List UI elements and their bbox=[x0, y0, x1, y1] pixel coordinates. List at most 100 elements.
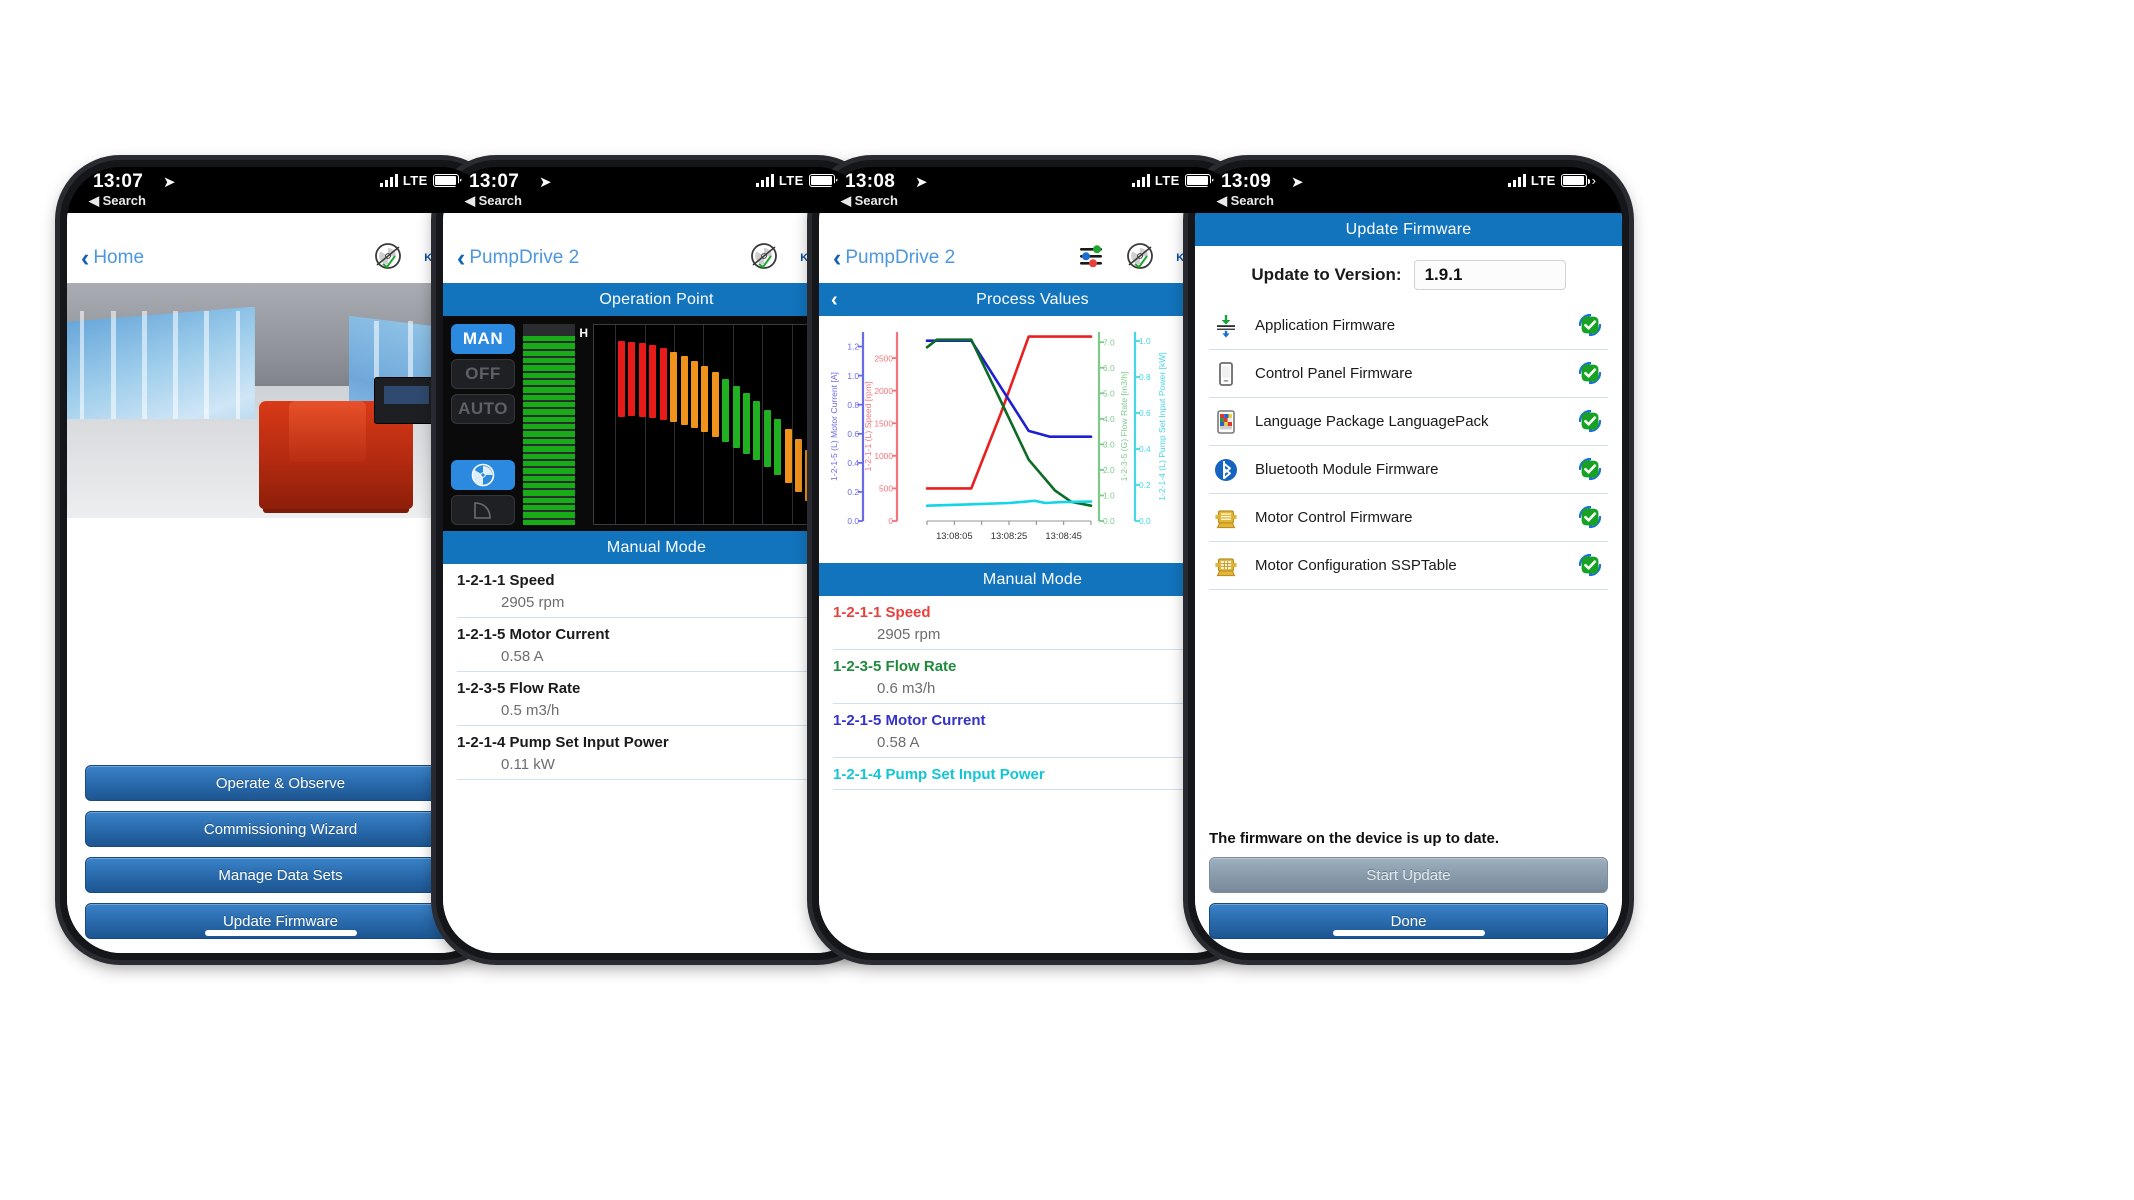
status-back-to-search[interactable]: ◀ Search bbox=[89, 193, 146, 209]
process-values-section-header[interactable]: ‹Process Values› bbox=[819, 283, 1246, 316]
phone-screen: 13:07➤◀ SearchLTE›‹HomeKSBb.Operate & Ob… bbox=[67, 167, 494, 953]
home-indicator[interactable] bbox=[580, 930, 733, 936]
status-time: 13:07 bbox=[469, 171, 520, 192]
home-spacer bbox=[67, 518, 494, 765]
chevron-left-icon: ‹ bbox=[81, 243, 90, 272]
signal-bars-icon bbox=[1131, 174, 1150, 187]
value-label: 1-2-1-1 Speed bbox=[833, 604, 1232, 621]
value-row[interactable]: 1-2-1-1 Speed 2905 rpm bbox=[833, 596, 1232, 650]
firmware-buttons: Start Update Done bbox=[1195, 857, 1622, 953]
pump-status-icon[interactable] bbox=[374, 242, 402, 275]
firmware-item-name: Motor Configuration SSPTable bbox=[1255, 557, 1457, 574]
firmware-item-name: Motor Control Firmware bbox=[1255, 509, 1413, 526]
chart-axis-title: 1-2-1-4 (L) Pump Set Input Power [kW] bbox=[1157, 352, 1167, 501]
value-row[interactable]: 1-2-1-4 Pump Set Input Power bbox=[833, 758, 1232, 790]
status-back-to-search[interactable]: ◀ Search bbox=[1217, 193, 1274, 209]
status-time: 13:08 bbox=[845, 171, 896, 192]
gauge-segment bbox=[523, 453, 575, 459]
firmware-item-name: Language Package LanguagePack bbox=[1255, 413, 1489, 430]
value-code: 1-2-3-5 bbox=[457, 680, 506, 697]
home-indicator[interactable] bbox=[1332, 930, 1485, 936]
pump-status-icon[interactable] bbox=[1126, 242, 1154, 275]
gauge-segment bbox=[523, 372, 575, 379]
firmware-row[interactable]: Motor Configuration SSPTable bbox=[1209, 542, 1608, 590]
operation-point-panel: MANOFFAUTOHQ bbox=[443, 316, 870, 531]
motor-config-icon bbox=[1211, 551, 1241, 581]
mode-button-auto[interactable]: AUTO bbox=[451, 394, 515, 424]
duty-curve-bar bbox=[742, 393, 750, 454]
duty-curve-bar bbox=[680, 355, 688, 425]
value-name: Motor Current bbox=[885, 712, 986, 729]
status-back-to-search[interactable]: ◀ Search bbox=[841, 193, 898, 209]
firmware-status-ok-icon bbox=[1576, 311, 1606, 341]
section-title: Manual Mode bbox=[982, 570, 1083, 588]
home-indicator[interactable] bbox=[204, 930, 357, 936]
screen-top-pad bbox=[67, 213, 494, 233]
value-name: Motor Current bbox=[509, 626, 610, 643]
phone-screen: 13:07➤◀ SearchLTE›‹PumpDrive 2KSBb.Opera… bbox=[443, 167, 870, 953]
value-label: 1-2-3-5 Flow Rate bbox=[457, 680, 856, 697]
status-back-to-search[interactable]: ◀ Search bbox=[465, 193, 522, 209]
value-row[interactable]: 1-2-1-1 Speed 2905 rpm bbox=[457, 564, 856, 618]
value-label: 1-2-1-4 Pump Set Input Power bbox=[833, 766, 1232, 783]
firmware-row[interactable]: Motor Control Firmware bbox=[1209, 494, 1608, 542]
gauge-segment bbox=[523, 424, 575, 430]
pump-view-icon[interactable] bbox=[451, 460, 515, 490]
duty-curve-bar bbox=[732, 385, 740, 448]
nav-back-button[interactable]: ‹ Home bbox=[81, 243, 145, 272]
gauge-segment bbox=[523, 402, 575, 408]
section-prev-chevron-icon[interactable]: ‹ bbox=[831, 290, 838, 310]
nav-title: Home bbox=[93, 247, 145, 268]
value-code: 1-2-1-4 bbox=[457, 734, 506, 751]
notch bbox=[1318, 167, 1499, 193]
duty-curve-bar bbox=[701, 366, 709, 433]
update-firmware-section-header[interactable]: Update Firmware bbox=[1195, 213, 1622, 246]
motor-icon bbox=[1211, 503, 1241, 533]
app-nav-bar: ‹PumpDrive 2KSBb. bbox=[819, 233, 1246, 283]
home-action-buttons: Operate & Observe Commissioning Wizard Man… bbox=[67, 765, 494, 953]
sliders-icon[interactable] bbox=[1078, 243, 1104, 274]
nav-back-button[interactable]: ‹ PumpDrive 2 bbox=[833, 245, 955, 271]
action-button[interactable]: Commissioning Wizard bbox=[85, 811, 476, 847]
manual-mode-section-header[interactable]: Manual Mode bbox=[819, 563, 1246, 596]
value-name: Flow Rate bbox=[885, 658, 957, 675]
phone-update-firmware: 13:09 ➤ ◀ Search LTE › Update Firmware Update … bbox=[1188, 160, 1629, 960]
value-row[interactable]: 1-2-1-5 Motor Current 0.58 A bbox=[457, 618, 856, 672]
action-button[interactable]: Manage Data Sets bbox=[85, 857, 476, 893]
duty-curve-bar bbox=[638, 343, 646, 417]
phone-process-values: 13:08➤◀ SearchLTE›‹PumpDrive 2KSBb.‹Proc… bbox=[812, 160, 1253, 960]
curve-view-icon[interactable] bbox=[451, 495, 515, 525]
phone-screen: 13:08➤◀ SearchLTE›‹PumpDrive 2KSBb.‹Proc… bbox=[819, 167, 1246, 953]
chart-tick-label: 4.0 bbox=[1103, 414, 1115, 424]
firmware-row[interactable]: Control Panel Firmware bbox=[1209, 350, 1608, 398]
value-row[interactable]: 1-2-1-5 Motor Current 0.58 A bbox=[833, 704, 1232, 758]
value-reading: 0.6 m3/h bbox=[877, 680, 936, 697]
version-input[interactable]: 1.9.1 bbox=[1413, 260, 1566, 290]
operation-point-section-header[interactable]: Operation Point› bbox=[443, 283, 870, 316]
firmware-row[interactable]: Application Firmware bbox=[1209, 302, 1608, 350]
mode-button-off[interactable]: OFF bbox=[451, 359, 515, 389]
app-screen: ‹PumpDrive 2KSBb.‹Process Values›0.00.20… bbox=[819, 213, 1246, 953]
gauge-segment bbox=[523, 387, 575, 393]
firmware-row[interactable]: Bluetooth Module Firmware bbox=[1209, 446, 1608, 494]
gauge-segment bbox=[523, 482, 575, 489]
firmware-row[interactable]: Language Package LanguagePack bbox=[1209, 398, 1608, 446]
notch bbox=[942, 167, 1123, 193]
value-row[interactable]: 1-2-1-4 Pump Set Input Power 0.11 kW bbox=[457, 726, 856, 780]
app-nav-bar: ‹PumpDrive 2KSBb. bbox=[443, 233, 870, 283]
value-row[interactable]: 1-2-3-5 Flow Rate 0.6 m3/h bbox=[833, 650, 1232, 704]
value-label: 1-2-1-4 Pump Set Input Power bbox=[457, 734, 856, 751]
nav-back-button[interactable]: ‹ PumpDrive 2 bbox=[457, 245, 579, 271]
value-row[interactable]: 1-2-3-5 Flow Rate 0.5 m3/h bbox=[457, 672, 856, 726]
firmware-status-note: The firmware on the device is up to date… bbox=[1195, 814, 1622, 857]
pump-status-icon[interactable] bbox=[750, 242, 778, 275]
home-indicator[interactable] bbox=[956, 930, 1109, 936]
manual-mode-section-header[interactable]: Manual Mode bbox=[443, 531, 870, 564]
duty-curve-bar bbox=[659, 348, 667, 420]
action-button[interactable]: Operate & Observe bbox=[85, 765, 476, 801]
notch bbox=[566, 167, 747, 193]
mode-button-man[interactable]: MAN bbox=[451, 324, 515, 354]
section-title: Process Values bbox=[976, 290, 1089, 308]
process-values-chart[interactable]: 0.0 0.2 0.4 0.6 0.8 1.0 1.2 1-2-1-5 (L) Motor C… bbox=[819, 316, 1246, 563]
signal-bars-icon bbox=[755, 174, 774, 187]
